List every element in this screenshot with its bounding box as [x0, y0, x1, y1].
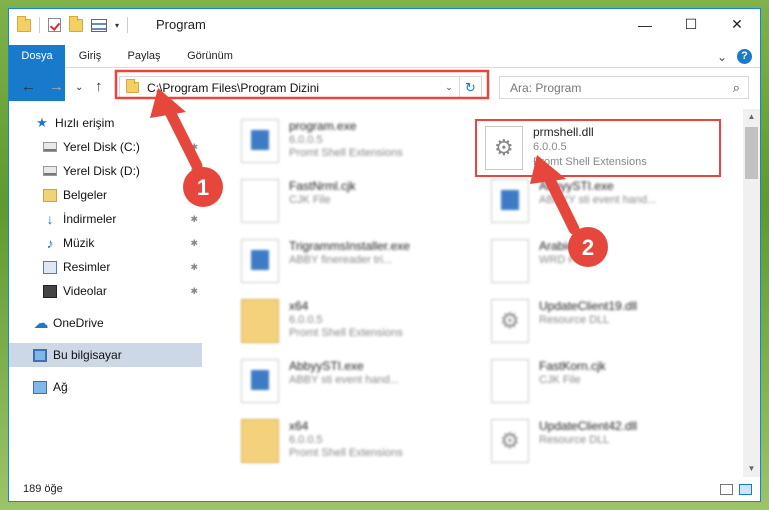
- cloud-icon: ☁: [33, 315, 49, 332]
- window-title: Program: [156, 17, 206, 32]
- sidebar-item-onedrive[interactable]: ☁ OneDrive: [9, 311, 202, 335]
- address-path[interactable]: C:\Program Files\Program Dizini: [147, 81, 439, 95]
- vertical-scrollbar[interactable]: ▲ ▼: [743, 109, 760, 477]
- divider: [127, 17, 129, 33]
- navigation-pane: ★ Hızlı erişim Yerel Disk (C:) ✱ Yerel D…: [9, 109, 205, 477]
- new-folder-icon[interactable]: [69, 15, 83, 32]
- sidebar-item-videos[interactable]: Videolar ✱: [9, 279, 202, 303]
- pc-icon: [33, 348, 47, 362]
- pin-icon[interactable]: ✱: [190, 190, 198, 201]
- sidebar-item-label: Bu bilgisayar: [53, 348, 122, 362]
- download-icon: ↓: [46, 211, 54, 227]
- search-box[interactable]: Ara: Program ⌕: [499, 76, 749, 99]
- close-button[interactable]: ✕: [714, 9, 760, 40]
- back-button[interactable]: ←: [21, 78, 36, 95]
- video-icon: [43, 284, 57, 298]
- sidebar-item-label: Müzik: [63, 236, 95, 250]
- sidebar-item-local-disk-d[interactable]: Yerel Disk (D:) ✱: [9, 159, 202, 183]
- quick-access-toolbar: ▾: [17, 15, 129, 33]
- forward-button[interactable]: →: [49, 78, 64, 95]
- scroll-up-button[interactable]: ▲: [743, 109, 760, 125]
- tab-view[interactable]: Görünüm: [179, 45, 241, 68]
- title-bar: ▾ Program — ☐ ✕: [9, 9, 760, 40]
- file-meta: 6.0.0.5: [533, 141, 567, 153]
- sidebar-item-label: Yerel Disk (D:): [63, 164, 140, 178]
- sidebar-item-documents[interactable]: Belgeler ✱: [9, 183, 202, 207]
- sidebar-item-network[interactable]: Ağ: [9, 375, 202, 399]
- view-switcher: [720, 484, 752, 495]
- tab-share[interactable]: Paylaş: [119, 45, 169, 68]
- pin-icon[interactable]: ✱: [190, 214, 198, 225]
- sidebar-item-label: Resimler: [63, 260, 111, 274]
- sidebar-item-label: Yerel Disk (C:): [63, 140, 140, 154]
- help-icon[interactable]: ?: [737, 49, 752, 64]
- sidebar-item-pictures[interactable]: Resimler ✱: [9, 255, 202, 279]
- file-name: prmshell.dll: [533, 125, 594, 139]
- pin-icon[interactable]: ✱: [190, 142, 198, 153]
- sidebar-item-quick-access[interactable]: ★ Hızlı erişim: [9, 111, 202, 135]
- music-icon: ♪: [46, 235, 54, 251]
- search-icon[interactable]: ⌕: [733, 80, 740, 96]
- status-bar: 189 öğe: [9, 477, 760, 501]
- explorer-window: ▾ Program — ☐ ✕ Dosya Giriş Paylaş Görün…: [8, 8, 761, 502]
- refresh-button[interactable]: ↻: [459, 77, 481, 98]
- tab-home[interactable]: Giriş: [69, 45, 111, 68]
- sidebar-item-local-disk-c[interactable]: Yerel Disk (C:) ✱: [9, 135, 202, 159]
- ribbon-tabs: Dosya Giriş Paylaş Görünüm ⌄ ?: [9, 45, 760, 101]
- scroll-down-button[interactable]: ▼: [743, 461, 760, 477]
- details-view-icon[interactable]: [720, 484, 733, 495]
- sidebar-item-label: İndirmeler: [63, 212, 117, 226]
- pin-icon[interactable]: ✱: [190, 286, 198, 297]
- disk-icon: [43, 166, 57, 176]
- sidebar-item-downloads[interactable]: ↓ İndirmeler ✱: [9, 207, 202, 231]
- recent-locations-chevron-icon[interactable]: ⌄: [75, 82, 83, 93]
- documents-icon: [43, 188, 57, 202]
- sidebar-item-label: Videolar: [63, 284, 107, 298]
- pictures-icon: [43, 260, 57, 274]
- maximize-button[interactable]: ☐: [668, 9, 714, 40]
- sidebar-item-label: Ağ: [53, 380, 68, 394]
- ribbon-right-controls: ⌄ ?: [717, 49, 752, 64]
- pin-icon[interactable]: ✱: [190, 166, 198, 177]
- sidebar-item-music[interactable]: ♪ Müzik ✱: [9, 231, 202, 255]
- pin-icon[interactable]: ✱: [190, 238, 198, 249]
- tiles-view-icon[interactable]: [739, 484, 752, 495]
- list-item-highlighted[interactable]: prmshell.dll 6.0.0.5 Promt Shell Extensi…: [475, 119, 721, 177]
- search-placeholder[interactable]: Ara: Program: [510, 81, 581, 95]
- sidebar-item-label: Hızlı erişim: [55, 116, 115, 130]
- address-history-chevron-icon[interactable]: ⌄: [439, 82, 459, 93]
- folder-icon: [126, 79, 139, 93]
- address-bar[interactable]: C:\Program Files\Program Dizini ⌄ ↻: [119, 76, 482, 99]
- navigation-bar: ← → ⌄ ↑ C:\Program Files\Program Dizini …: [9, 72, 760, 104]
- expand-ribbon-chevron-icon[interactable]: ⌄: [717, 50, 727, 64]
- up-button[interactable]: ↑: [95, 78, 103, 95]
- properties-check-icon[interactable]: [48, 18, 61, 32]
- file-meta: Promt Shell Extensions: [533, 156, 647, 168]
- sidebar-item-label: OneDrive: [53, 316, 104, 330]
- minimize-button[interactable]: —: [622, 9, 668, 40]
- scroll-thumb[interactable]: [745, 127, 758, 179]
- rename-icon[interactable]: [91, 18, 107, 32]
- window-controls: — ☐ ✕: [622, 9, 760, 40]
- customize-toolbar-chevron-icon[interactable]: ▾: [115, 21, 119, 30]
- disk-icon: [43, 142, 57, 152]
- item-count: 189 öğe: [23, 483, 63, 495]
- divider: [39, 17, 40, 33]
- sidebar-item-this-pc[interactable]: Bu bilgisayar: [9, 343, 202, 367]
- star-icon: ★: [36, 115, 48, 130]
- sidebar-item-label: Belgeler: [63, 188, 108, 202]
- pin-icon[interactable]: ✱: [190, 262, 198, 273]
- folder-icon: [17, 15, 31, 32]
- network-icon: [33, 380, 47, 394]
- highlighted-file-area: prmshell.dll 6.0.0.5 Promt Shell Extensi…: [209, 109, 742, 477]
- dll-icon: [485, 126, 523, 170]
